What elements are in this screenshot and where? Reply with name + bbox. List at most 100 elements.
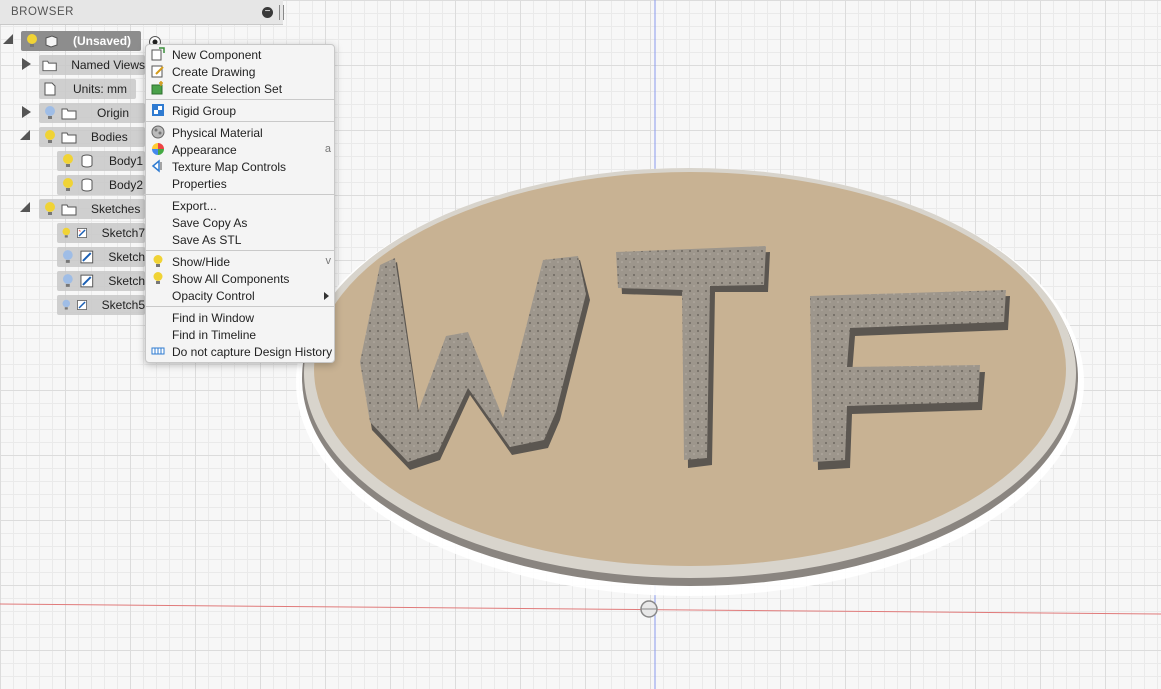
panel-grip-icon[interactable] [279, 5, 284, 20]
expand-origin-icon[interactable] [22, 106, 31, 118]
menu-item-label: Physical Material [172, 126, 263, 140]
menu-item-label: Show/Hide [172, 255, 231, 269]
menu-item-label: Appearance [172, 143, 237, 157]
menu-item-properties[interactable]: Properties [146, 175, 334, 192]
tree-item-bodies[interactable]: Bodies [39, 127, 145, 147]
named-views-label: Named Views [71, 58, 145, 72]
lightbulb-on-icon[interactable] [43, 129, 57, 145]
menu-separator [146, 99, 334, 100]
lightbulb-on-icon[interactable] [61, 177, 75, 193]
folder-icon [61, 204, 77, 216]
menu-item-label: Export... [172, 199, 217, 213]
lightbulb-off-icon[interactable] [61, 273, 75, 289]
submenu-arrow-icon [324, 292, 329, 300]
origin-label: Origin [97, 106, 130, 120]
component-icon [45, 35, 58, 48]
menu-item-create-drawing[interactable]: Create Drawing [146, 63, 334, 80]
lightbulb-off-icon[interactable] [61, 297, 72, 313]
body-label: Body2 [109, 178, 144, 192]
tree-item-origin[interactable]: Origin [39, 103, 145, 123]
body-icon [81, 154, 93, 168]
sketch-icon [76, 300, 87, 310]
menu-item-label: Opacity Control [172, 289, 255, 303]
sketch-label: Sketch7 [101, 226, 145, 240]
menu-separator [146, 194, 334, 195]
rigid-group-icon [152, 104, 164, 116]
lightbulb-off-icon[interactable] [61, 249, 75, 265]
new-component-icon [151, 47, 165, 61]
tree-item-sketch[interactable]: Sketch [57, 247, 145, 267]
tree-item-sketches[interactable]: Sketches [39, 199, 145, 219]
tree-item-body[interactable]: Body2 [57, 175, 145, 195]
menu-item-label: Save As STL [172, 233, 242, 247]
sketch-icon [80, 274, 93, 288]
menu-item-do-not-capture-design-history[interactable]: Do not capture Design History [146, 343, 334, 360]
lightbulb-on-icon[interactable] [25, 33, 39, 49]
shortcut-key: v [325, 255, 332, 267]
menu-separator [146, 121, 334, 122]
tree-root-label: (Unsaved) [73, 34, 132, 48]
menu-item-save-copy-as[interactable]: Save Copy As [146, 214, 334, 231]
lightbulb-on-icon[interactable] [61, 225, 72, 241]
folder-icon [42, 60, 57, 72]
sketch-label: Sketch5 [101, 298, 145, 312]
tree-item-sketch[interactable]: Sketch [57, 271, 145, 291]
origin-marker[interactable] [640, 600, 658, 618]
menu-item-label: Properties [172, 177, 227, 191]
menu-item-label: Do not capture Design History [172, 345, 333, 359]
menu-item-find-in-timeline[interactable]: Find in Timeline [146, 326, 334, 343]
menu-item-save-as-stl[interactable]: Save As STL [146, 231, 334, 248]
expand-sketches-icon[interactable] [20, 202, 30, 212]
menu-item-export[interactable]: Export... [146, 197, 334, 214]
context-menu: New Component Create Drawing Create Sele… [145, 44, 335, 363]
expand-named-views-icon[interactable] [22, 58, 31, 70]
tree-item-body[interactable]: Body1 [57, 151, 145, 171]
bodies-label: Bodies [91, 130, 128, 144]
appearance-icon [152, 143, 164, 155]
expand-bodies-icon[interactable] [20, 130, 30, 140]
tree-root-unsaved[interactable]: (Unsaved) [21, 31, 141, 51]
lightbulb-on-icon[interactable] [43, 201, 57, 217]
folder-icon [61, 132, 77, 144]
menu-item-physical-material[interactable]: Physical Material [146, 124, 334, 141]
menu-item-create-selection-set[interactable]: Create Selection Set [146, 80, 334, 97]
tree-item-sketch[interactable]: Sketch5 [57, 295, 145, 315]
collapse-icon[interactable]: − [262, 7, 273, 18]
menu-item-find-in-window[interactable]: Find in Window [146, 309, 334, 326]
browser-header: BROWSER − [0, 0, 284, 25]
lightbulb-off-icon[interactable] [43, 105, 57, 121]
lightbulb-icon [153, 272, 163, 284]
browser-title: BROWSER [11, 6, 74, 18]
menu-item-label: Find in Window [172, 311, 255, 325]
expand-root-icon[interactable] [3, 34, 13, 44]
document-icon [44, 82, 56, 96]
menu-item-texture-map-controls[interactable]: Texture Map Controls [146, 158, 334, 175]
design-history-icon [151, 347, 165, 355]
menu-item-rigid-group[interactable]: Rigid Group [146, 102, 334, 119]
texture-map-icon [151, 159, 162, 173]
menu-item-opacity-control[interactable]: Opacity Control [146, 287, 334, 304]
body-icon [81, 178, 93, 192]
x-axis-line [0, 603, 1161, 615]
menu-separator [146, 306, 334, 307]
tree-item-units[interactable]: Units: mm [39, 79, 136, 99]
menu-item-label: New Component [172, 48, 262, 62]
menu-item-show-hide[interactable]: Show/Hide v [146, 253, 334, 270]
units-label: Units: mm [73, 82, 127, 96]
sketch-label: Sketch [108, 250, 145, 264]
menu-item-label: Show All Components [172, 272, 290, 286]
menu-item-label: Texture Map Controls [172, 160, 287, 174]
menu-item-new-component[interactable]: New Component [146, 46, 334, 63]
tree-item-named-views[interactable]: Named Views [39, 55, 145, 75]
menu-item-label: Create Drawing [172, 65, 256, 79]
tree-item-sketch[interactable]: Sketch7 [57, 223, 145, 243]
menu-separator [146, 250, 334, 251]
menu-item-show-all-components[interactable]: Show All Components [146, 270, 334, 287]
lightbulb-icon [153, 255, 163, 267]
shortcut-key: a [324, 143, 331, 155]
sketches-label: Sketches [91, 202, 141, 216]
lightbulb-on-icon[interactable] [61, 153, 75, 169]
folder-icon [61, 108, 77, 120]
menu-item-appearance[interactable]: Appearance a [146, 141, 334, 158]
physical-material-icon [151, 125, 165, 139]
